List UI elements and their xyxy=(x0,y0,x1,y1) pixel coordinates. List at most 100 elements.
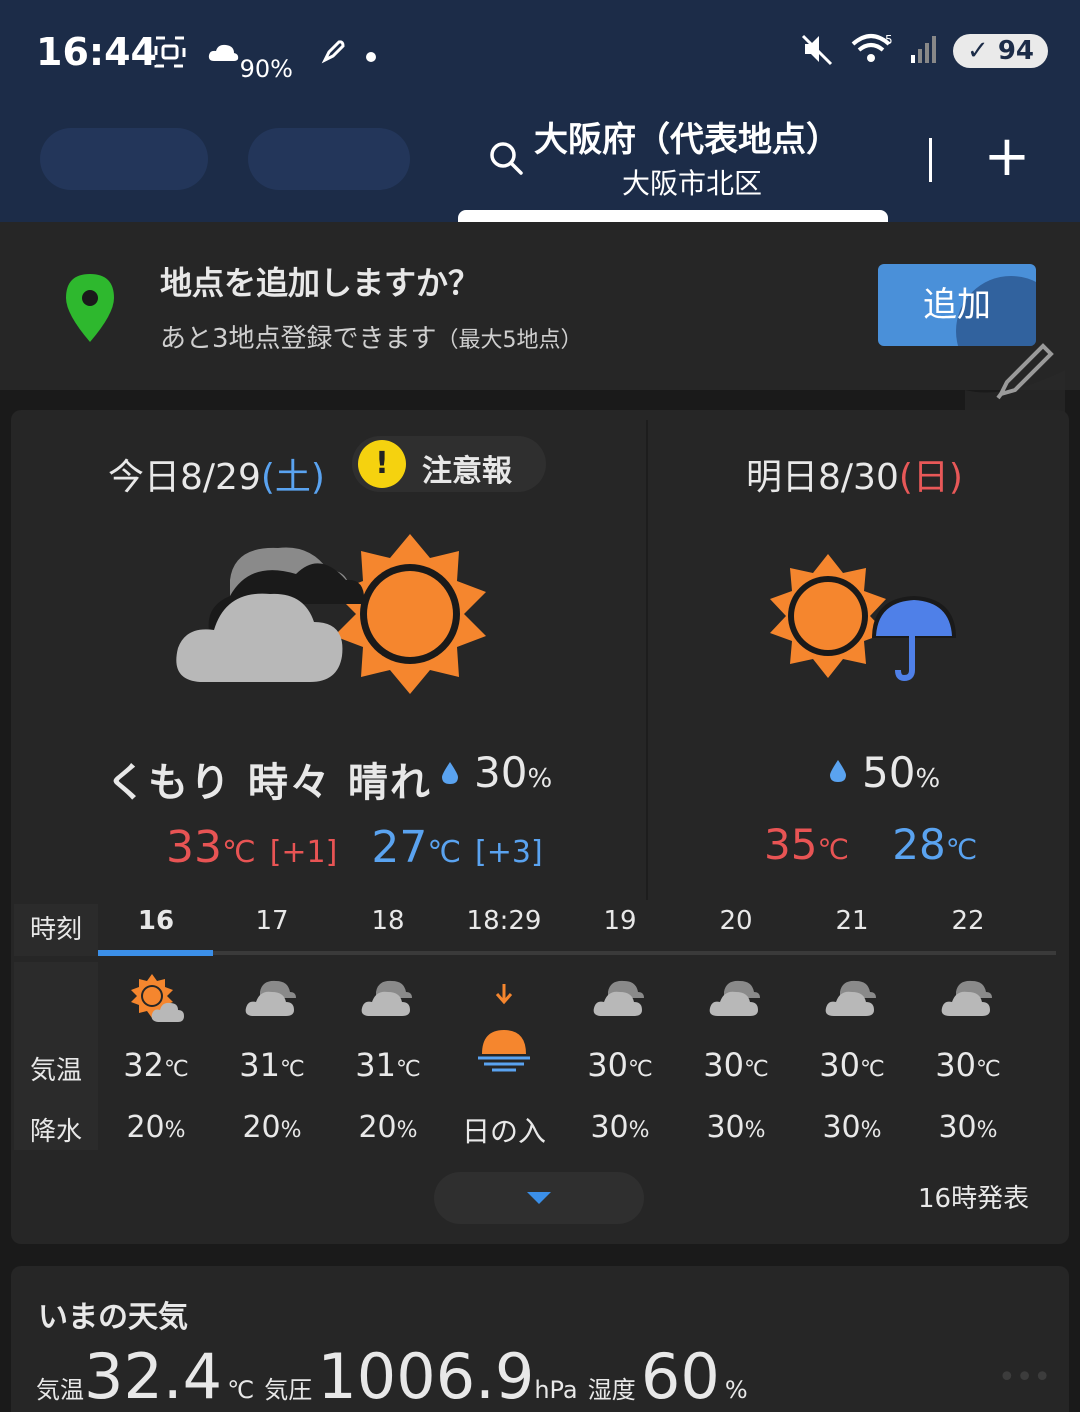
hour-temp-value: 32 xyxy=(123,1046,164,1084)
location-title[interactable]: 大阪府（代表地点） xyxy=(534,112,840,161)
hour-col-header[interactable]: 21 xyxy=(794,906,910,936)
temp-unit: ℃ xyxy=(164,1057,189,1082)
current-weather-title: いまの天気 xyxy=(38,1300,188,1335)
plus-icon: + xyxy=(983,124,1031,189)
current-pressure-label: 気圧 xyxy=(264,1376,313,1404)
search-icon[interactable] xyxy=(488,140,524,176)
add-location-tab-button[interactable]: + xyxy=(982,129,1032,186)
battery-level: 94 xyxy=(997,36,1034,66)
hour-temp: 30℃ xyxy=(562,1046,678,1084)
hour-temp: 30℃ xyxy=(910,1046,1026,1084)
hour-precip: 20% xyxy=(214,1110,330,1145)
hour-precip-value: 30 xyxy=(706,1110,745,1145)
signal-icon xyxy=(909,33,939,69)
sunset-label: 日の入 xyxy=(461,1115,546,1148)
temp-unit: ℃ xyxy=(280,1057,305,1082)
more-dots-icon[interactable]: ••• xyxy=(998,1360,1051,1395)
add-location-button-label: 追加 xyxy=(923,285,991,325)
location-subtitle[interactable]: 大阪市北区 xyxy=(622,162,762,202)
cloudy-icon xyxy=(593,980,644,1016)
status-icons-right: 5 ✓ 94 xyxy=(799,32,1048,70)
hour-temp-value: 30 xyxy=(587,1046,628,1084)
hourly-current-indicator xyxy=(98,950,213,956)
weather-status-value: 90% xyxy=(239,55,293,83)
hour-col-header[interactable]: 19 xyxy=(562,906,678,936)
pencil-icon[interactable] xyxy=(965,330,1065,414)
hour-temp-value: 30 xyxy=(819,1046,860,1084)
current-pressure-unit: hPa xyxy=(534,1376,578,1404)
precip-unit: % xyxy=(164,1118,186,1143)
hour-col-header[interactable]: 18 xyxy=(330,906,446,936)
dot-icon xyxy=(365,41,377,69)
hour-precip: 30% xyxy=(678,1110,794,1145)
hour-precip-value: 30 xyxy=(590,1110,629,1145)
temp-unit: ℃ xyxy=(222,835,256,870)
today-date: 今日8/29(土) xyxy=(108,448,325,500)
wifi-icon: 5 xyxy=(851,32,895,70)
hour-precip-value: 20 xyxy=(126,1110,165,1145)
location-tab-1[interactable] xyxy=(40,128,208,190)
hourly-label-temp: 気温 xyxy=(14,1028,98,1094)
hour-precip-value: 30 xyxy=(938,1110,977,1145)
tomorrow-weekday: (日) xyxy=(898,457,963,498)
tab-divider xyxy=(929,138,932,182)
hour-precip: 30% xyxy=(910,1110,1026,1145)
hour-temp: 30℃ xyxy=(794,1046,910,1084)
hourly-label-precip: 降水 xyxy=(14,1094,98,1150)
hour-precip: 30% xyxy=(794,1110,910,1145)
current-humidity-value: 60 xyxy=(640,1340,720,1412)
today-precip-value: 30 xyxy=(474,748,528,797)
today-weekday: (土) xyxy=(260,457,325,498)
current-humidity-label: 湿度 xyxy=(587,1376,636,1404)
hour-temp-value: 31 xyxy=(239,1046,280,1084)
precip-unit: % xyxy=(976,1118,998,1143)
warning-icon: ! xyxy=(358,440,406,488)
active-tab-indicator xyxy=(458,210,888,222)
hourly-label-time: 時刻 xyxy=(14,904,98,956)
cloudy-icon xyxy=(361,980,412,1016)
precip-unit: % xyxy=(628,1118,650,1143)
today-condition: くもり 時々 晴れ xyxy=(106,760,432,806)
hour-col-header[interactable]: 16 xyxy=(98,906,214,936)
tomorrow-high: 35℃ xyxy=(764,820,849,869)
precip-unit: % xyxy=(396,1118,418,1143)
precip-unit: % xyxy=(744,1118,766,1143)
hour-temp: 32℃ xyxy=(98,1046,214,1084)
banner-sub-main: あと3地点登録できます xyxy=(160,324,437,354)
temp-unit: ℃ xyxy=(817,833,849,866)
tomorrow-date: 明日8/30(日) xyxy=(746,448,963,500)
hour-temp-value: 30 xyxy=(935,1046,976,1084)
cloudy-icon xyxy=(941,980,992,1016)
hour-precip-value: 20 xyxy=(358,1110,397,1145)
map-pin-icon xyxy=(66,274,114,342)
today-high-diff: [+1] xyxy=(269,835,338,870)
expand-hourly-button[interactable] xyxy=(434,1172,644,1224)
today-low: 27℃ [+3] xyxy=(371,822,542,873)
hour-col-header[interactable]: 22 xyxy=(910,906,1026,936)
hour-precip: 20% xyxy=(98,1110,214,1145)
location-tab-2[interactable] xyxy=(248,128,410,190)
hour-temp: 31℃ xyxy=(330,1046,446,1084)
wifi-badge: 5 xyxy=(885,33,893,47)
sunset-icon xyxy=(478,984,530,1072)
current-temp-unit: ℃ xyxy=(227,1376,255,1404)
battery-leaf-icon: ✓ xyxy=(966,36,989,66)
hour-col-header[interactable]: 20 xyxy=(678,906,794,936)
today-low-diff: [+3] xyxy=(475,835,543,870)
tomorrow-precip-unit: % xyxy=(915,764,941,794)
tomorrow-low: 28℃ xyxy=(892,820,977,869)
hour-temp: 31℃ xyxy=(214,1046,330,1084)
banner-sub-note: （最大5地点） xyxy=(436,328,583,353)
current-pressure-value: 1006.9 xyxy=(317,1340,535,1412)
today-precip: 30% xyxy=(474,748,552,797)
today-high: 33℃ [+1] xyxy=(166,822,337,873)
warning-label[interactable]: 注意報 xyxy=(422,446,512,490)
temp-unit: ℃ xyxy=(744,1057,769,1082)
drop-icon xyxy=(442,762,458,784)
hour-col-header[interactable]: 17 xyxy=(214,906,330,936)
banner-subtitle: あと3地点登録できます（最大5地点） xyxy=(160,318,583,355)
app-header: 16:44 90% 5 ✓ 94 大阪府（代表地点） 大阪市北区 + xyxy=(0,0,1080,222)
tomorrow-precip: 50% xyxy=(862,748,940,797)
hour-col-header[interactable]: 18:29 xyxy=(446,906,562,936)
tomorrow-date-text: 明日8/30 xyxy=(746,457,899,498)
